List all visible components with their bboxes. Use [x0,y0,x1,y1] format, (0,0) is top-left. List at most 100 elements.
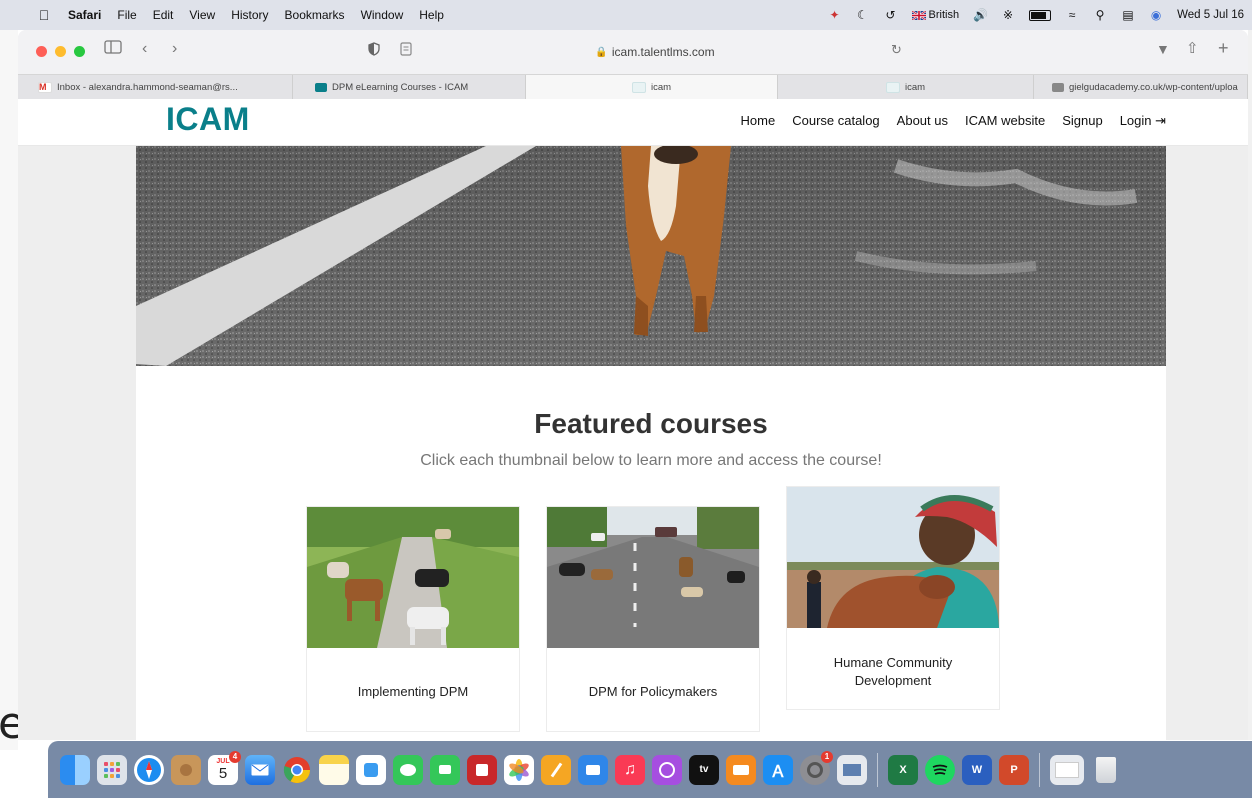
tab-label: Inbox - alexandra.hammond-seaman@rs... [57,81,238,93]
share-icon[interactable]: ⇧ [1186,39,1199,57]
tab-dpm-courses[interactable]: DPM eLearning Courses - ICAM [293,75,526,99]
time-machine-icon[interactable]: ↺ [884,9,898,21]
zoom-button[interactable] [74,46,85,57]
apple-tv-icon[interactable]: tv [689,754,719,785]
menu-help[interactable]: Help [419,8,444,22]
course-card-implementing-dpm[interactable]: Implementing DPM [306,506,520,732]
dock-separator [1039,752,1040,787]
messages-icon[interactable] [393,754,423,785]
tab-label: icam [650,81,672,93]
menu-bookmarks[interactable]: Bookmarks [285,8,345,22]
page-content: Featured courses Click each thumbnail be… [136,146,1166,740]
nav-login[interactable]: Login ⇥ [1120,113,1166,129]
tab-icam-active[interactable]: icam [526,75,778,99]
menu-window[interactable]: Window [361,8,404,22]
tab-gielgud[interactable]: gielgudacademy.co.uk/wp-content/uploa [1034,75,1248,99]
privacy-shield-icon[interactable] [368,42,380,61]
icam-logo[interactable]: ICAM [166,101,250,138]
course-title[interactable]: Humane Community Development [797,637,989,707]
launchpad-icon[interactable] [97,754,127,785]
course-thumbnail-dogs-on-path[interactable] [307,507,519,648]
nav-icam-website[interactable]: ICAM website [965,113,1045,129]
icam-favicon-icon [315,82,327,92]
tab-label: gielgudacademy.co.uk/wp-content/uploa [1069,81,1238,93]
apple-menu-icon[interactable]:  [34,7,54,23]
close-button[interactable] [36,46,47,57]
photo-booth-icon[interactable] [467,754,497,785]
downloads-icon[interactable]: ▼ [1156,41,1170,57]
input-source-flag-icon[interactable]: British [911,9,960,21]
music-icon[interactable]: ♫ [615,754,645,785]
calendar-badge: 4 [229,750,241,763]
photos-icon[interactable] [504,754,534,785]
course-card-dpm-for-policymakers[interactable]: DPM for Policymakers [546,506,760,732]
downloads-stack-icon[interactable] [1050,754,1084,785]
keynote-icon[interactable] [578,754,608,785]
tab-icam[interactable]: icam [778,75,1034,99]
facetime-icon[interactable] [430,754,460,785]
chrome-icon[interactable] [282,755,312,785]
volume-icon[interactable]: 🔊 [973,9,988,21]
nav-about-us[interactable]: About us [897,113,948,129]
input-source-label: British [928,9,960,21]
preview-icon[interactable] [837,754,867,785]
safari-icon[interactable] [134,754,164,785]
macos-dock: JUL 5 4 ♫ tv Ａ 1 X W P [48,741,1252,798]
featured-courses-heading: Featured courses [534,408,768,439]
menu-clock[interactable]: Wed 5 Jul 16 [1177,9,1244,21]
pages-icon[interactable] [541,754,571,785]
trash-icon[interactable] [1091,755,1121,785]
hero-image-dog-on-road [136,146,1166,366]
tab-gmail-inbox[interactable]: M Inbox - alexandra.hammond-seaman@rs... [18,75,293,99]
app-store-icon[interactable]: Ａ [763,754,793,785]
books-icon[interactable] [726,754,756,785]
siri-icon[interactable]: ◉ [1149,9,1163,21]
menu-history[interactable]: History [231,8,268,22]
icam-favicon-icon [885,81,900,93]
menu-view[interactable]: View [189,8,215,22]
mail-icon[interactable] [245,754,275,785]
nav-signup[interactable]: Signup [1062,113,1102,129]
calendar-icon[interactable]: JUL 5 4 [208,750,241,785]
course-title[interactable]: Implementing DPM [317,657,509,727]
address-url: icam.talentlms.com [611,45,715,59]
battery-icon[interactable] [1029,9,1052,21]
bluetooth-icon[interactable]: ※ [1001,9,1015,21]
reload-icon[interactable]: ↻ [891,42,902,58]
freeform-icon[interactable] [356,754,386,785]
menu-edit[interactable]: Edit [153,8,174,22]
settings-badge: 1 [821,750,833,763]
podcasts-icon[interactable] [652,754,682,785]
focus-moon-icon[interactable]: ☾ [856,9,870,21]
menu-safari[interactable]: Safari [68,8,101,22]
course-thumbnail-woman-holding-dog[interactable] [787,487,999,628]
forward-arrow-icon[interactable]: › [172,40,177,58]
contacts-icon[interactable] [171,754,201,785]
generic-site-icon [1052,82,1064,92]
back-arrow-icon[interactable]: ‹ [142,40,147,58]
menu-file[interactable]: File [117,8,136,22]
notes-icon[interactable] [319,754,349,785]
minimize-button[interactable] [55,46,66,57]
wifi-icon[interactable]: ≈ [1065,9,1079,21]
word-icon[interactable]: W [962,754,992,785]
site-header: ICAM Home Course catalog About us ICAM w… [18,99,1248,146]
spotify-icon[interactable] [925,754,955,785]
app-status-icon[interactable]: ✦ [828,9,842,21]
course-thumbnail-dogs-on-street[interactable] [547,507,759,648]
spotlight-search-icon[interactable]: ⚲ [1093,9,1107,21]
control-center-icon[interactable]: ▤ [1121,9,1135,21]
excel-icon[interactable]: X [888,754,918,785]
finder-icon[interactable] [60,754,90,785]
sidebar-toggle-icon[interactable] [104,40,122,59]
course-title[interactable]: DPM for Policymakers [557,657,749,727]
status-area: ✦ ☾ ↺ British 🔊 ※ ≈ ⚲ ▤ ◉ Wed 5 Jul 16 [828,0,1244,30]
nav-home[interactable]: Home [741,113,776,129]
course-card-humane-community-development[interactable]: Humane Community Development [786,486,1000,710]
powerpoint-icon[interactable]: P [999,754,1029,785]
nav-course-catalog[interactable]: Course catalog [792,113,879,129]
address-bar[interactable]: 🔒 icam.talentlms.com [390,39,920,65]
system-settings-icon[interactable]: 1 [800,750,833,785]
browser-toolbar: ‹ › 🔒 icam.talentlms.com ↻ ▼ ⇧ + [18,30,1248,74]
new-tab-plus-icon[interactable]: + [1218,38,1229,59]
